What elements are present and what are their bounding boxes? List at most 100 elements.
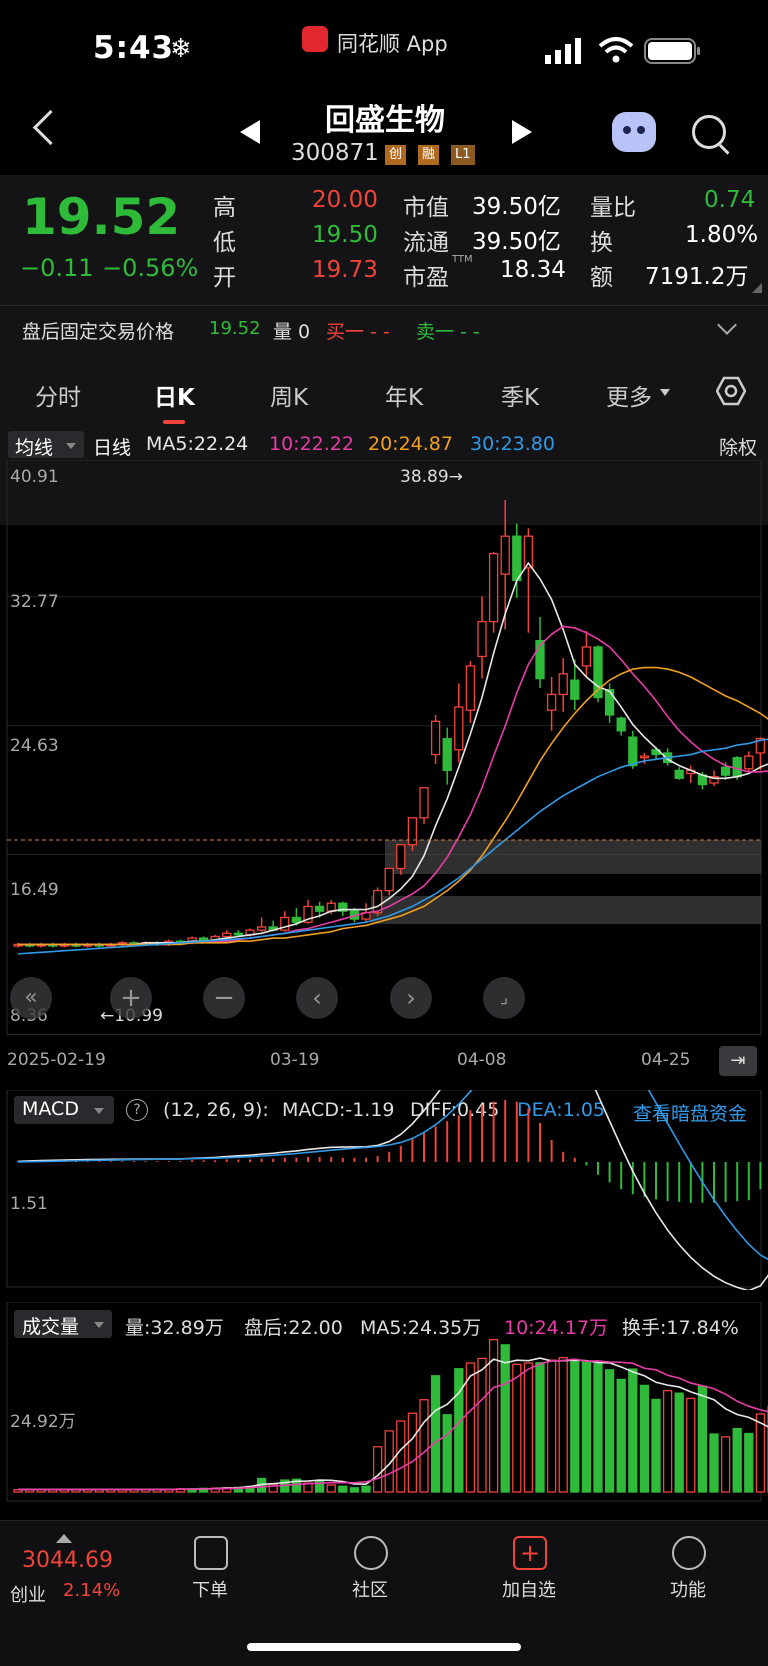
nav-community[interactable]: 社区: [352, 1576, 388, 1602]
candle-body: [384, 867, 394, 892]
functions-icon[interactable]: [672, 1536, 706, 1570]
ai-assistant-icon[interactable]: [612, 112, 656, 152]
volume-bar: [639, 1384, 650, 1493]
order-icon[interactable]: [194, 1536, 228, 1570]
after-hours-vol: 量 0: [273, 321, 311, 343]
stock-name: 回盛生物: [325, 103, 445, 138]
candle-body: [616, 717, 626, 732]
candle-body: [430, 720, 441, 756]
candle-body: [477, 620, 487, 658]
candle-body: [256, 926, 267, 931]
y-tick-3: 24.63: [10, 736, 59, 756]
vol-ratio-value: 0.74: [704, 187, 756, 213]
settings-hex-icon[interactable]: [716, 376, 746, 406]
tab-yearly-k[interactable]: 年K: [385, 378, 423, 412]
tab-intraday[interactable]: 分时: [35, 378, 81, 412]
volume-bar: [755, 1413, 766, 1493]
candle-body: [744, 755, 754, 770]
candle-body: [639, 755, 650, 759]
tab-bar: [0, 358, 768, 426]
nav-functions[interactable]: 功能: [670, 1576, 706, 1602]
next-stock-button[interactable]: [512, 120, 532, 144]
volume-bar: [454, 1368, 464, 1493]
after-hours-label: 盘后固定交易价格: [22, 321, 175, 343]
volume-bar: [616, 1378, 626, 1493]
kline-chart[interactable]: [0, 460, 768, 1035]
app-logo-icon: [302, 26, 328, 52]
volume-bar: [465, 1362, 476, 1493]
volume-bar: [558, 1356, 568, 1493]
price-change: −0.11: [20, 254, 94, 282]
date-label-3: 04-08: [457, 1050, 507, 1070]
volume-bar: [593, 1363, 603, 1493]
candle-body: [442, 738, 452, 772]
zoom-out-full-button[interactable]: «: [10, 977, 52, 1019]
volume-bar: [512, 1363, 522, 1493]
scroll-right-button[interactable]: ›: [390, 977, 432, 1019]
caret-icon: [66, 443, 76, 449]
zoom-out-button[interactable]: −: [203, 977, 245, 1019]
pe-ttm-sup: TTM: [452, 254, 473, 265]
volume-bar: [732, 1427, 742, 1493]
ex-rights-toggle[interactable]: 除权: [719, 433, 757, 460]
fullscreen-icon[interactable]: ⌟: [483, 977, 525, 1019]
clock: 5:43: [93, 30, 175, 66]
candle-body: [512, 535, 522, 582]
max-price-marker: 38.89→: [400, 467, 463, 487]
date-label-4: 04-25: [641, 1050, 691, 1070]
pe-label: 市盈: [403, 265, 449, 291]
back-button[interactable]: [32, 109, 69, 146]
volume-bar: [720, 1436, 731, 1493]
tag-rong: 融: [418, 145, 440, 165]
add-favorite-icon[interactable]: +: [513, 1536, 547, 1570]
candle-body: [233, 932, 244, 936]
tab-weekly-k[interactable]: 周K: [270, 378, 308, 412]
volume-bar: [338, 1485, 348, 1493]
candle-body: [488, 552, 499, 623]
open-value: 19.73: [312, 257, 378, 283]
pe-value: 18.34: [500, 257, 566, 283]
ma30-label: 30:23.80: [470, 433, 555, 455]
resistance-band: [385, 840, 761, 874]
volume-bar: [651, 1398, 661, 1493]
candle-body: [465, 665, 476, 711]
tab-quarterly-k[interactable]: 季K: [501, 378, 539, 412]
volume-bar: [686, 1397, 696, 1493]
tab-daily-k[interactable]: 日K: [154, 378, 195, 412]
app-name: 同花顺 App: [337, 32, 448, 56]
low-label: 低: [213, 230, 236, 256]
community-icon[interactable]: [354, 1536, 388, 1570]
battery-icon: [644, 38, 700, 64]
volume-bar: [744, 1432, 754, 1493]
index-value[interactable]: 3044.69: [22, 1548, 113, 1573]
zoom-in-button[interactable]: +: [110, 977, 152, 1019]
stock-code: 300871: [291, 140, 379, 166]
support-band: [371, 896, 761, 924]
volume-chart[interactable]: [0, 1302, 768, 1502]
high-value: 20.00: [312, 187, 378, 213]
scroll-left-button[interactable]: ‹: [296, 977, 338, 1019]
prev-stock-button[interactable]: [240, 120, 260, 144]
candle-body: [222, 932, 232, 938]
corner-indicator: [752, 283, 762, 293]
candle-body: [581, 646, 592, 667]
mktcap-value: 39.50亿: [472, 194, 561, 220]
search-icon[interactable]: [692, 115, 726, 149]
high-label: 高: [213, 195, 236, 221]
candle-body: [674, 769, 684, 779]
candle-body: [396, 844, 406, 870]
amount-label: 额: [590, 265, 613, 291]
volume-bar: [662, 1389, 673, 1493]
jump-to-latest-button[interactable]: ⇥: [719, 1046, 757, 1076]
nav-order[interactable]: 下单: [192, 1576, 228, 1602]
period-label: 日线: [93, 437, 132, 459]
date-label-2: 03-19: [270, 1050, 320, 1070]
volume-bar: [628, 1368, 638, 1493]
ma-dropdown-label: 均线: [15, 437, 54, 459]
active-tab-indicator: [163, 420, 185, 424]
macd-chart[interactable]: [0, 1090, 768, 1290]
tab-more[interactable]: 更多: [606, 378, 652, 412]
volume-bar: [442, 1414, 452, 1493]
nav-add-favorite[interactable]: 加自选: [502, 1576, 556, 1602]
volume-bar: [697, 1385, 708, 1493]
